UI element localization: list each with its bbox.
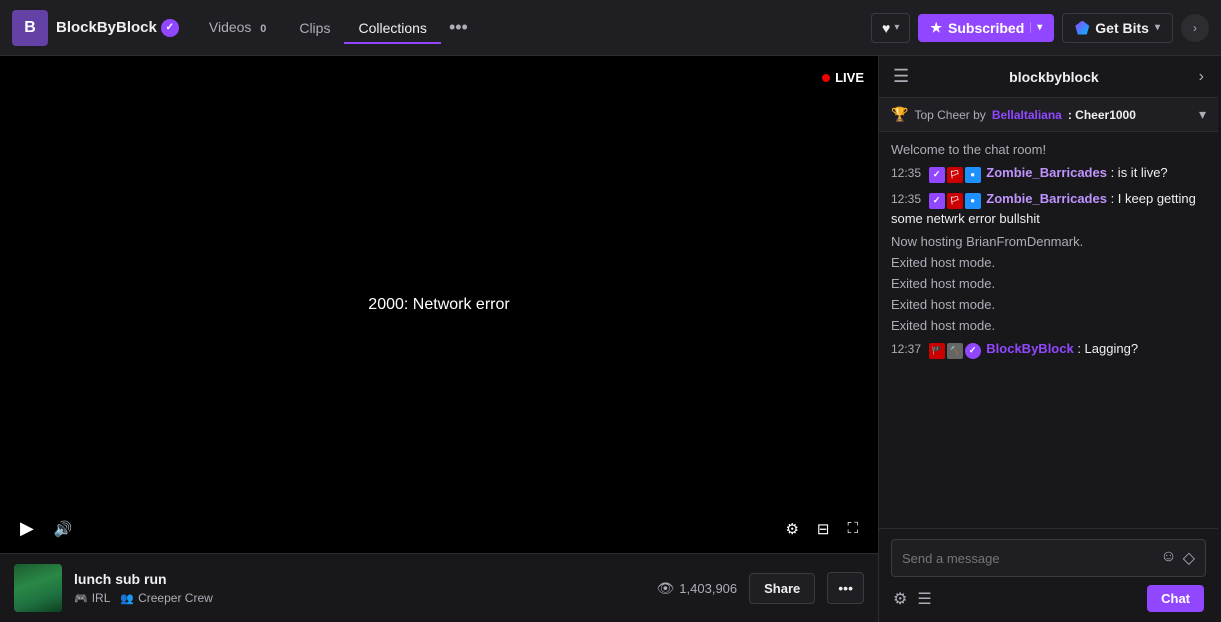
- stream-meta: 👁 1,403,906 Share •••: [657, 572, 864, 604]
- nav-link-collections[interactable]: Collections: [344, 12, 440, 44]
- nav-right: ♥ ▾ ★ Subscribed ▾ Get Bits ▾ ›: [871, 13, 1209, 43]
- video-error-message: 2000: Network error: [368, 296, 509, 314]
- chat-badges: ✓ 🏳 ●: [929, 193, 981, 209]
- chat-settings-icon[interactable]: ⚙: [893, 589, 907, 609]
- flag-badge: 🏳: [947, 167, 963, 183]
- video-controls-right: ⚙ ⊟ ⛶: [781, 516, 862, 542]
- main-layout: LIVE 2000: Network error ▶ 🔊 ⚙ ⊟ ⛶: [0, 56, 1221, 622]
- stream-tags: 🎮 IRL 👥 Creeper Crew: [74, 591, 645, 605]
- chat-panel: ☰ blockbyblock › 🏆 Top Cheer by BellaIta…: [878, 56, 1218, 622]
- stream-tag-crew[interactable]: 👥 Creeper Crew: [120, 591, 212, 605]
- chat-input-icons: ☺ ◇: [1160, 548, 1195, 568]
- chat-system-message: Exited host mode.: [891, 276, 1206, 291]
- live-badge: LIVE: [822, 70, 864, 85]
- flag-badge: 🏳: [947, 193, 963, 209]
- verified-badge: ✓: [965, 343, 981, 359]
- live-dot-icon: [822, 74, 830, 82]
- chat-message: 12:35 ✓ 🏳 ● Zombie_Barricades : I keep g…: [891, 189, 1206, 228]
- collapse-chat-button[interactable]: ›: [1199, 68, 1204, 86]
- get-bits-button[interactable]: Get Bits ▾: [1062, 13, 1173, 43]
- chat-bits-icon[interactable]: ◇: [1183, 548, 1195, 568]
- thumbnail-image: [14, 564, 62, 612]
- chat-message: 12:37 🏴 🔨 ✓ BlockByBlock : Lagging?: [891, 339, 1206, 359]
- tag-icon: 🎮: [74, 592, 88, 605]
- top-cheer-content: 🏆 Top Cheer by BellaItaliana : Cheer1000: [891, 106, 1136, 123]
- chat-system-message: Now hosting BrianFromDenmark.: [891, 234, 1206, 249]
- hammer-badge: 🔨: [947, 343, 963, 359]
- chat-input-area: ☺ ◇ ⚙ ☰ Chat: [879, 528, 1218, 622]
- chat-username[interactable]: Zombie_Barricades: [986, 165, 1107, 180]
- chat-toolbar: ⚙ ☰ Chat: [891, 585, 1206, 612]
- nav-forward-button[interactable]: ›: [1181, 14, 1209, 42]
- chat-username[interactable]: BlockByBlock: [986, 341, 1073, 356]
- verified-badge: ✓: [161, 19, 179, 37]
- flag-badge-red: 🏴: [929, 343, 945, 359]
- channel-name-display: BlockByBlock ✓: [56, 19, 179, 37]
- video-section: LIVE 2000: Network error ▶ 🔊 ⚙ ⊟ ⛶: [0, 56, 878, 622]
- chat-input[interactable]: [902, 551, 1160, 566]
- viewer-count: 👁 1,403,906: [657, 580, 738, 597]
- share-button[interactable]: Share: [749, 573, 815, 604]
- chat-badges: ✓ 🏳 ●: [929, 167, 981, 183]
- stream-info: lunch sub run 🎮 IRL 👥 Creeper Crew 👁 1,4…: [0, 553, 878, 622]
- stream-title: lunch sub run: [74, 571, 645, 587]
- chat-username[interactable]: Zombie_Barricades: [986, 191, 1107, 206]
- sub-badge: ✓: [929, 167, 945, 183]
- top-cheer-bar: 🏆 Top Cheer by BellaItaliana : Cheer1000…: [879, 98, 1218, 132]
- chat-input-wrap: ☺ ◇: [891, 539, 1206, 577]
- top-cheer-user[interactable]: BellaItaliana: [992, 108, 1062, 122]
- menu-icon[interactable]: ☰: [893, 66, 909, 87]
- stream-more-button[interactable]: •••: [827, 572, 864, 604]
- volume-button[interactable]: 🔊: [50, 516, 77, 542]
- chat-system-message: Exited host mode.: [891, 255, 1206, 270]
- chat-system-message: Exited host mode.: [891, 318, 1206, 333]
- sub-badge: ✓: [929, 193, 945, 209]
- stream-thumbnail: [14, 564, 62, 612]
- nav-link-clips[interactable]: Clips: [285, 12, 344, 44]
- play-button[interactable]: ▶: [16, 514, 38, 543]
- subscribe-button[interactable]: ★ Subscribed ▾: [918, 14, 1054, 42]
- community-icon: 👥: [120, 592, 134, 605]
- top-nav: B BlockByBlock ✓ Videos 0 Clips Collecti…: [0, 0, 1221, 56]
- chat-send-button[interactable]: Chat: [1147, 585, 1204, 612]
- theatre-mode-button[interactable]: ⊟: [813, 516, 834, 542]
- channel-logo[interactable]: B: [12, 10, 48, 46]
- stream-tag-irl[interactable]: 🎮 IRL: [74, 591, 110, 605]
- chat-welcome-message: Welcome to the chat room!: [891, 142, 1206, 157]
- eye-icon: 👁: [657, 580, 675, 597]
- chat-toolbar-left: ⚙ ☰: [893, 589, 932, 609]
- trophy-icon: 🏆: [891, 106, 908, 123]
- chat-text: : Lagging?: [1077, 341, 1138, 356]
- chat-header: ☰ blockbyblock ›: [879, 56, 1218, 98]
- follow-button[interactable]: ♥ ▾: [871, 13, 910, 43]
- chat-text: : is it live?: [1111, 165, 1168, 180]
- chat-badges: 🏴 🔨 ✓: [929, 343, 981, 359]
- nav-link-videos[interactable]: Videos 0: [195, 11, 285, 45]
- chat-list-icon[interactable]: ☰: [917, 589, 931, 609]
- chat-emoji-icon[interactable]: ☺: [1160, 548, 1176, 568]
- fullscreen-button[interactable]: ⛶: [843, 516, 862, 542]
- blue-badge: ●: [965, 193, 981, 209]
- chat-channel-name: blockbyblock: [1009, 69, 1098, 85]
- nav-more-button[interactable]: •••: [441, 9, 476, 46]
- chat-message: 12:35 ✓ 🏳 ● Zombie_Barricades : is it li…: [891, 163, 1206, 183]
- chat-messages: Welcome to the chat room! 12:35 ✓ 🏳 ● Zo…: [879, 132, 1218, 528]
- bits-diamond-icon: [1075, 21, 1089, 35]
- top-cheer-collapse-icon[interactable]: ▾: [1199, 106, 1206, 123]
- video-player[interactable]: LIVE 2000: Network error ▶ 🔊 ⚙ ⊟ ⛶: [0, 56, 878, 553]
- nav-links: Videos 0 Clips Collections •••: [195, 9, 476, 46]
- chat-system-message: Exited host mode.: [891, 297, 1206, 312]
- video-controls: ▶ 🔊 ⚙ ⊟ ⛶: [0, 504, 878, 553]
- blue-badge: ●: [965, 167, 981, 183]
- stream-title-area: lunch sub run 🎮 IRL 👥 Creeper Crew: [74, 571, 645, 605]
- settings-button[interactable]: ⚙: [781, 516, 802, 542]
